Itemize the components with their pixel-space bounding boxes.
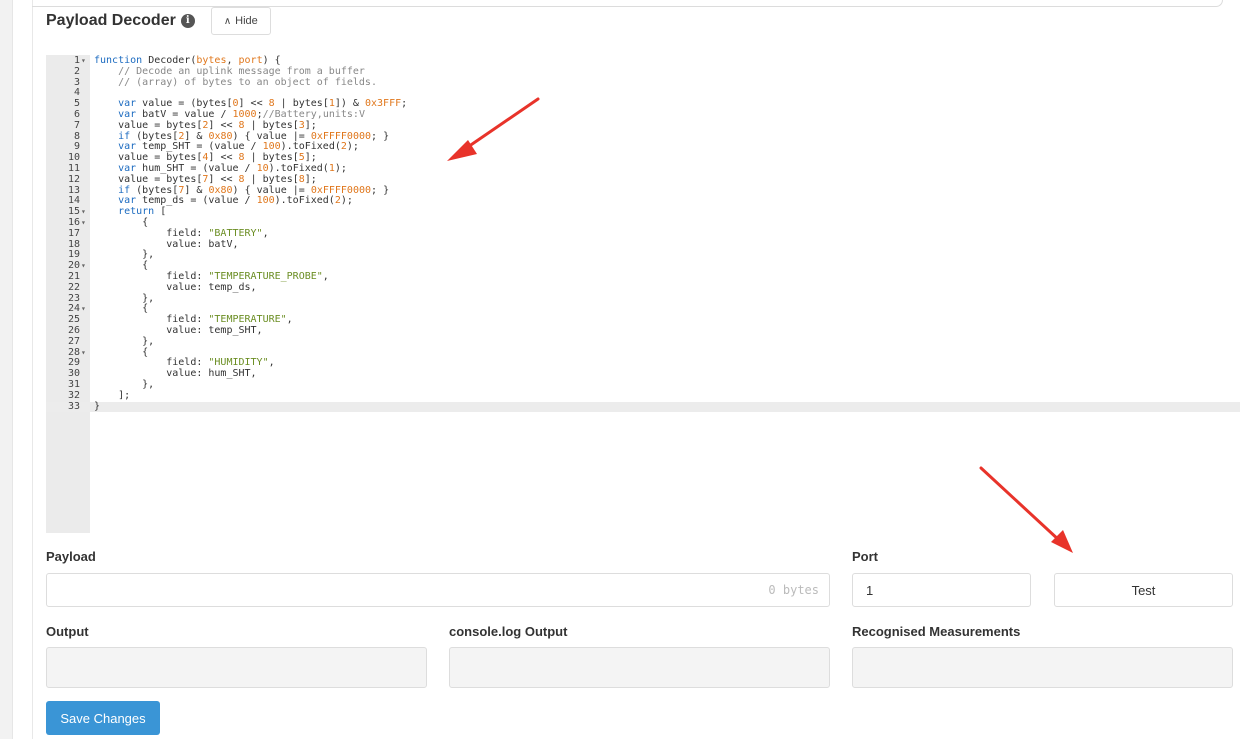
port-value: 1	[866, 583, 874, 598]
info-icon[interactable]: i	[180, 14, 195, 28]
line-code: // (array) of bytes to an object of fiel…	[94, 76, 377, 88]
line-number: 12	[67, 173, 80, 185]
payload-input[interactable]: 0 bytes	[46, 573, 830, 607]
line-number: 32	[67, 389, 80, 401]
line-number: 2	[73, 65, 80, 77]
line-number: 22	[67, 281, 80, 293]
code-line[interactable]: 26 value: temp_SHT,	[46, 325, 1240, 337]
measurements-box[interactable]	[852, 647, 1233, 688]
save-changes-button[interactable]: Save Changes	[46, 701, 160, 735]
left-gutter	[0, 0, 13, 739]
line-number: 17	[67, 227, 80, 239]
code-line[interactable]: 33}	[46, 400, 1240, 413]
console-output-box[interactable]	[449, 647, 830, 688]
code-line[interactable]: 22 value: temp_ds,	[46, 281, 1240, 294]
payload-byte-count: 0 bytes	[768, 583, 819, 597]
code-line[interactable]: 15 ▾ return [	[46, 206, 1240, 218]
fold-toggle-icon[interactable]: ▾	[81, 261, 89, 272]
chevron-up-icon: ∧	[223, 15, 232, 27]
line-number: 27	[67, 335, 80, 347]
fold-toggle-icon[interactable]: ▾	[81, 218, 89, 229]
section-header: Payload Decoder i ∧ Hide	[46, 7, 271, 35]
line-number: 33	[67, 400, 80, 412]
code-lines: 1 ▾ function Decoder(bytes, port) {2 // De…	[46, 55, 1240, 413]
top-border	[32, 0, 1223, 7]
payload-label: Payload	[46, 549, 96, 564]
fold-toggle-icon[interactable]: ▾	[81, 207, 89, 218]
output-box[interactable]	[46, 647, 427, 688]
fold-toggle-icon[interactable]: ▾	[81, 304, 89, 315]
port-input[interactable]: 1	[852, 573, 1031, 607]
fold-toggle-icon[interactable]: ▾	[81, 348, 89, 359]
line-number: 7	[73, 119, 80, 131]
code-line[interactable]: 27 },	[46, 335, 1240, 348]
code-line[interactable]: 3 // (array) of bytes to an object of fi…	[46, 76, 1240, 89]
code-line[interactable]: 14 var temp_ds = (value / 100).toFixed(2…	[46, 195, 1240, 207]
line-code: }	[94, 400, 101, 412]
code-line[interactable]: 31 },	[46, 379, 1240, 391]
code-line[interactable]: 30 value: hum_SHT,	[46, 368, 1240, 380]
test-button[interactable]: Test	[1054, 573, 1233, 607]
hide-button-label: Hide	[235, 15, 258, 27]
code-line[interactable]: 19 },	[46, 249, 1240, 261]
fold-toggle-icon[interactable]: ▾	[81, 56, 89, 67]
console-output-label: console.log Output	[449, 624, 568, 639]
code-line[interactable]: 18 value: batV,	[46, 239, 1240, 251]
code-line[interactable]: 32 ];	[46, 389, 1240, 402]
code-editor[interactable]: 1 ▾ function Decoder(bytes, port) {2 // De…	[46, 55, 1240, 533]
section-title: Payload Decoder	[46, 12, 176, 29]
code-line[interactable]: 23 },	[46, 293, 1240, 305]
output-label: Output	[46, 624, 89, 639]
hide-button[interactable]: ∧ Hide	[210, 7, 271, 35]
measurements-label: Recognised Measurements	[852, 624, 1021, 639]
port-label: Port	[852, 549, 878, 564]
